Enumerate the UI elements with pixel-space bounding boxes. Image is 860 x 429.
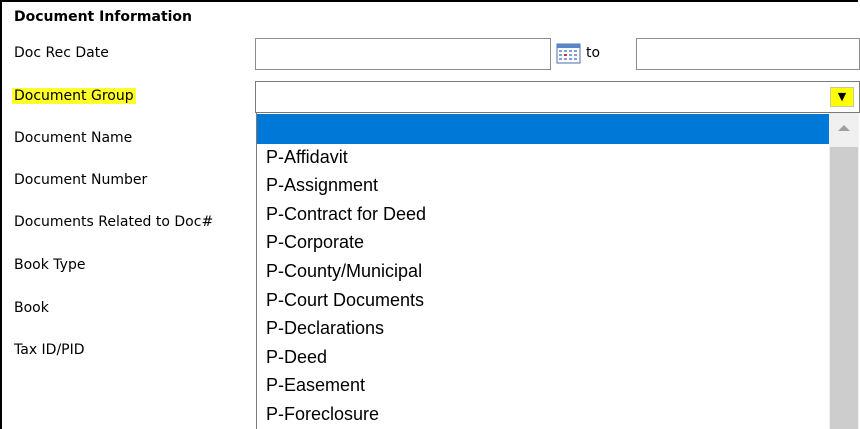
section-title: Document Information xyxy=(14,9,193,25)
dropdown-option[interactable]: P-Court Documents xyxy=(257,285,829,315)
dropdown-option[interactable]: P-Easement xyxy=(257,370,829,400)
dropdown-option[interactable]: P-Foreclosure xyxy=(257,399,829,429)
dropdown-scrollbar[interactable] xyxy=(829,113,859,429)
dropdown-option[interactable]: P-Corporate xyxy=(257,227,829,257)
doc-rec-date-label: Doc Rec Date xyxy=(14,45,109,61)
document-name-label: Document Name xyxy=(14,130,133,146)
date-range-to-label: to xyxy=(586,45,601,61)
tax-id-label: Tax ID/PID xyxy=(14,342,85,358)
scroll-up-icon[interactable] xyxy=(829,113,859,143)
doc-rec-date-to-input[interactable] xyxy=(636,38,860,70)
dropdown-option[interactable]: P-County/Municipal xyxy=(257,256,829,286)
document-group-dropdown-list[interactable]: P-Affidavit P-Assignment P-Contract for … xyxy=(256,113,860,429)
book-type-label: Book Type xyxy=(14,257,86,273)
scrollbar-thumb[interactable] xyxy=(830,147,858,429)
dropdown-option[interactable]: P-Declarations xyxy=(257,313,829,343)
calendar-icon[interactable] xyxy=(556,42,582,64)
dropdown-arrow-icon[interactable]: ▼ xyxy=(830,87,854,107)
doc-rec-date-from-input[interactable] xyxy=(255,38,551,70)
dropdown-option[interactable] xyxy=(257,114,829,144)
document-number-label: Document Number xyxy=(14,172,148,188)
document-group-label: Document Group xyxy=(12,88,136,104)
dropdown-option[interactable]: P-Contract for Deed xyxy=(257,199,829,229)
document-group-select[interactable]: ▼ xyxy=(255,81,860,113)
dropdown-option[interactable]: P-Affidavit xyxy=(257,142,829,172)
dropdown-option[interactable]: P-Assignment xyxy=(257,170,829,200)
dropdown-option[interactable]: P-Deed xyxy=(257,342,829,372)
book-label: Book xyxy=(14,300,49,316)
documents-related-label: Documents Related to Doc# xyxy=(14,214,214,230)
